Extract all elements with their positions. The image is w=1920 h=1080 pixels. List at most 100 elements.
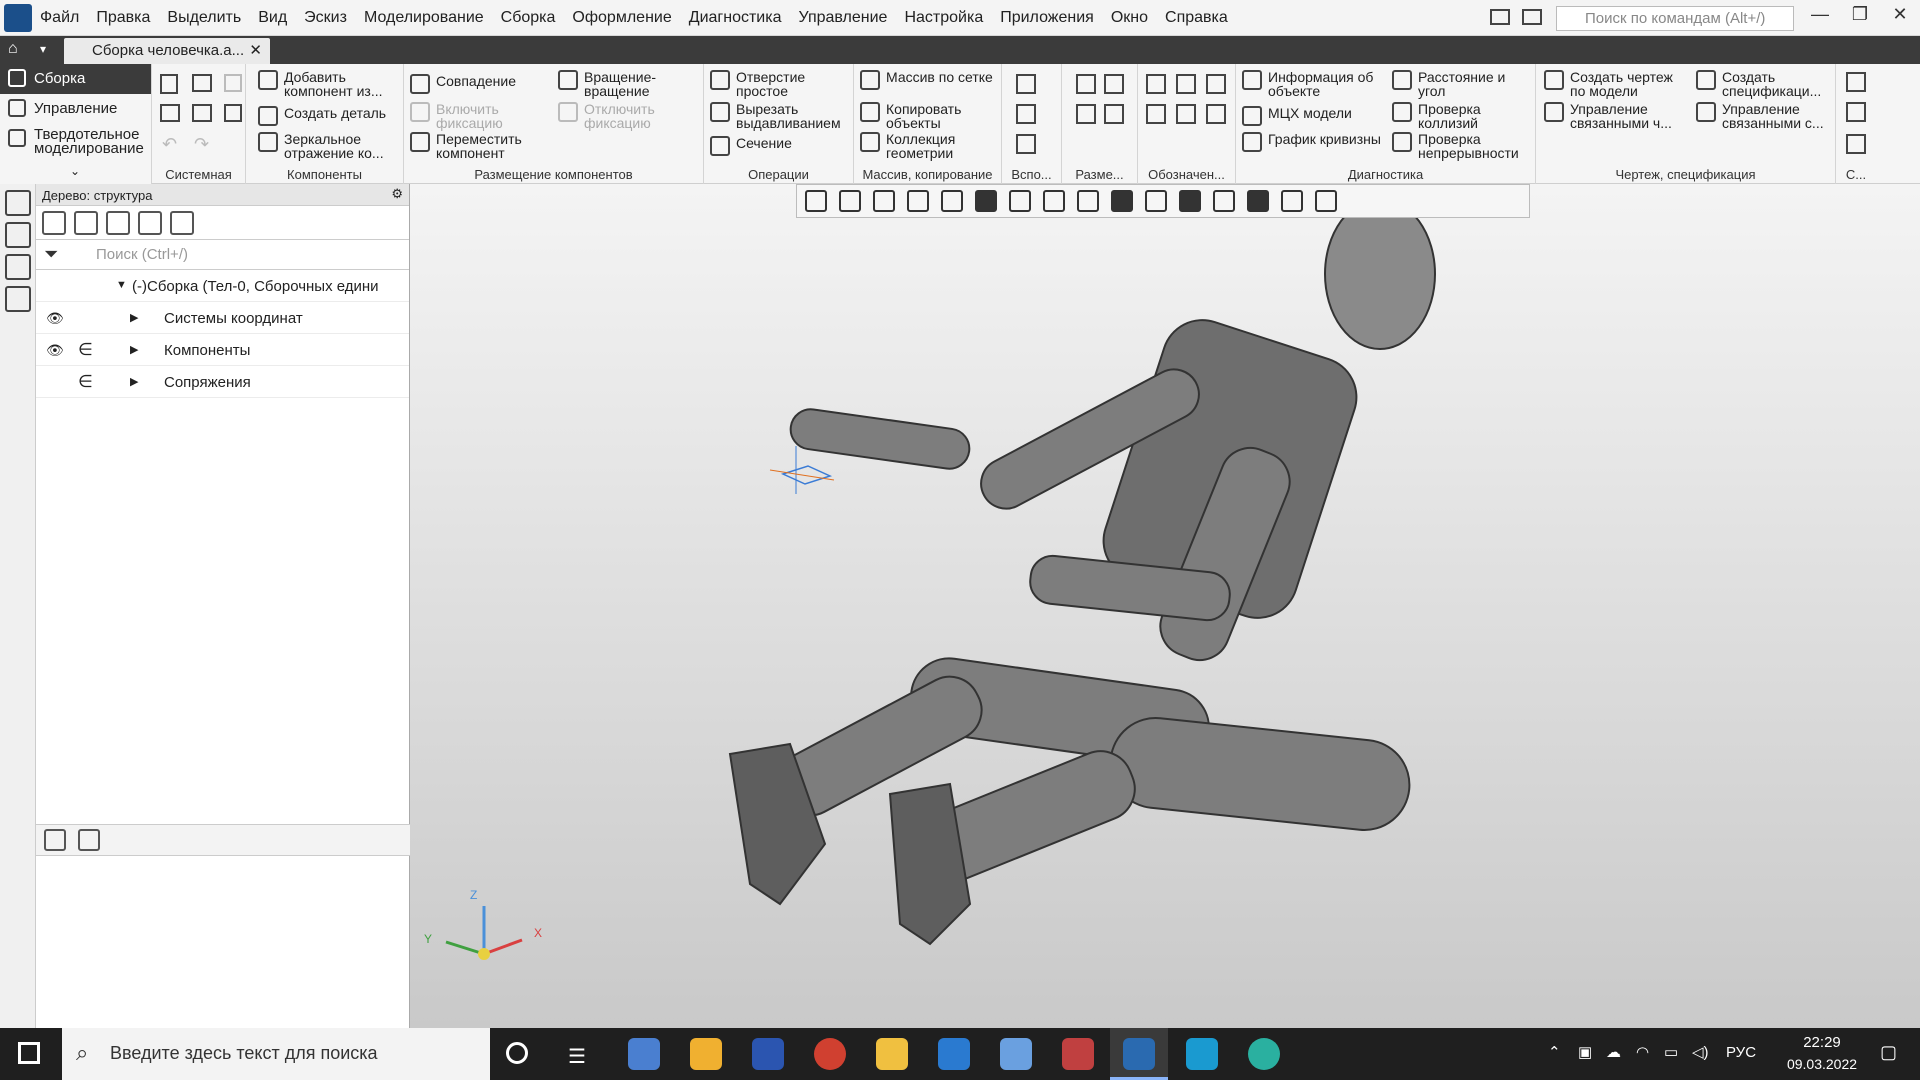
new-file-icon[interactable]: [160, 74, 178, 94]
language-indicator[interactable]: РУС: [1726, 1044, 1756, 1061]
menu-assembly[interactable]: Сборка: [501, 9, 556, 27]
copy-objects-button[interactable]: Копировать объекты: [860, 102, 1000, 130]
display-icon[interactable]: [1179, 190, 1201, 212]
include-icon[interactable]: ∈: [78, 340, 93, 360]
manage-linked-drawings-button[interactable]: Управление связанными ч...: [1544, 102, 1692, 130]
mass-properties-button[interactable]: МЦХ модели: [1242, 106, 1388, 126]
expand-arrow-icon[interactable]: ▶: [130, 311, 138, 324]
extra-tool-3-icon[interactable]: [1846, 134, 1866, 154]
menu-window[interactable]: Окно: [1111, 9, 1148, 27]
menu-settings[interactable]: Настройка: [904, 9, 983, 27]
tree-row-components[interactable]: 👁 ∈ ▶ Компоненты: [36, 334, 409, 366]
tree-hierarchy-icon[interactable]: [74, 210, 98, 235]
hide-icon[interactable]: [1043, 190, 1065, 212]
collision-check-button[interactable]: Проверка коллизий: [1392, 102, 1536, 130]
network-tray-icon[interactable]: ▣: [1578, 1043, 1592, 1061]
menu-diagnostics[interactable]: Диагностика: [689, 9, 782, 27]
cortana-icon[interactable]: [506, 1042, 528, 1064]
menu-design[interactable]: Оформление: [572, 9, 671, 27]
perspective-icon[interactable]: [1111, 190, 1133, 212]
coincidence-button[interactable]: Совпадение: [410, 74, 550, 94]
wireframe-view-icon[interactable]: [1009, 190, 1031, 212]
redo-icon[interactable]: ↷: [194, 134, 209, 155]
create-specification-button[interactable]: Создать спецификаци...: [1696, 70, 1834, 98]
aux-plane-icon[interactable]: [1016, 74, 1036, 94]
taskbar-search-input[interactable]: ⌕ Введите здесь текст для поиска: [62, 1028, 490, 1080]
pencil-icon[interactable]: [1315, 190, 1337, 212]
geometry-collection-button[interactable]: Коллекция геометрии: [860, 132, 1000, 160]
save-icon[interactable]: [224, 74, 242, 92]
extrude-cut-button[interactable]: Вырезать выдавливанием: [710, 102, 854, 130]
menu-select[interactable]: Выделить: [167, 9, 241, 27]
tolerance-icon[interactable]: [1146, 104, 1166, 124]
section-view-icon[interactable]: [1077, 190, 1099, 212]
menu-modeling[interactable]: Моделирование: [364, 9, 484, 27]
tree-panel-icon[interactable]: [5, 190, 31, 216]
battery-icon[interactable]: ▭: [1664, 1043, 1678, 1061]
tree-structure-icon[interactable]: [42, 210, 66, 235]
menu-view[interactable]: Вид: [258, 9, 287, 27]
simple-hole-button[interactable]: Отверстие простое: [710, 70, 850, 98]
tree-view-mode-icon[interactable]: [170, 210, 194, 235]
disable-fixation-button[interactable]: Отключить фиксацию: [558, 102, 698, 130]
filter-icon[interactable]: ⏷: [44, 244, 58, 265]
app-logo-icon[interactable]: [4, 4, 32, 32]
distance-angle-button[interactable]: Расстояние и угол: [1392, 70, 1536, 98]
materials-icon[interactable]: [1213, 190, 1235, 212]
expand-arrow-icon[interactable]: ▶: [130, 343, 138, 356]
kompas-taskbar-button[interactable]: [1110, 1028, 1168, 1080]
app-store-icon[interactable]: [690, 1038, 722, 1070]
edge-icon[interactable]: [1248, 1038, 1280, 1070]
tree-search-input[interactable]: ⏷ Поиск (Ctrl+/): [36, 240, 409, 270]
tree-filter-icon[interactable]: [106, 210, 130, 235]
paint-icon[interactable]: [1000, 1038, 1032, 1070]
cloud-icon[interactable]: ☁: [1606, 1043, 1621, 1061]
layers-panel-icon[interactable]: [5, 286, 31, 312]
measure-icon[interactable]: [1281, 190, 1303, 212]
layout-icon[interactable]: [1490, 9, 1510, 25]
menu-management[interactable]: Управление: [799, 9, 888, 27]
extra-tool-icon[interactable]: [1846, 72, 1866, 92]
curvature-graph-button[interactable]: График кривизны: [1242, 132, 1388, 152]
grid-array-button[interactable]: Массив по сетке: [860, 70, 1000, 90]
wifi-icon[interactable]: ◠: [1636, 1043, 1649, 1061]
rotate-icon[interactable]: [907, 190, 929, 212]
save-as-icon[interactable]: [224, 104, 242, 122]
menu-help[interactable]: Справка: [1165, 9, 1228, 27]
angular-dimension-icon[interactable]: [1104, 74, 1124, 94]
tree-select-icon[interactable]: [138, 210, 162, 235]
app-c-icon[interactable]: [1186, 1038, 1218, 1070]
aux-axis-icon[interactable]: [1016, 104, 1036, 124]
diameter-dimension-icon[interactable]: [1104, 104, 1124, 124]
enable-fixation-button[interactable]: Включить фиксацию: [410, 102, 550, 130]
rotation-rotation-button[interactable]: Вращение-вращение: [558, 70, 698, 98]
create-part-button[interactable]: Создать деталь: [258, 106, 404, 126]
menu-apps[interactable]: Приложения: [1000, 9, 1094, 27]
mode-management[interactable]: Управление: [0, 94, 151, 124]
pan-icon[interactable]: [941, 190, 963, 212]
panel-settings-icon[interactable]: [1522, 9, 1542, 25]
close-icon[interactable]: ✕: [1880, 4, 1920, 25]
properties-panel-icon[interactable]: [5, 222, 31, 248]
chevron-down-icon[interactable]: ▾: [40, 42, 46, 56]
zoom-window-icon[interactable]: [839, 190, 861, 212]
3d-viewport[interactable]: Z X Y: [410, 184, 1920, 1028]
menu-sketch[interactable]: Эскиз: [304, 9, 347, 27]
tree-row-coordinate-systems[interactable]: 👁 ▶ Системы координат: [36, 302, 409, 334]
restore-icon[interactable]: ❐: [1840, 4, 1880, 25]
mode-assembly[interactable]: Сборка: [0, 64, 151, 94]
linear-dimension-icon[interactable]: [1076, 74, 1096, 94]
clock-date[interactable]: 09.03.2022: [1776, 1056, 1868, 1072]
extra-tool-2-icon[interactable]: [1846, 102, 1866, 122]
leader-icon[interactable]: [1206, 74, 1226, 94]
weld-icon[interactable]: [1176, 104, 1196, 124]
manage-linked-specs-button[interactable]: Управление связанными с...: [1696, 102, 1834, 130]
selection-filter-icon[interactable]: [1247, 190, 1269, 212]
layers-icon[interactable]: [1145, 190, 1167, 212]
roughness-icon[interactable]: [1146, 74, 1166, 94]
close-tab-icon[interactable]: ✕: [249, 41, 262, 59]
eye-icon[interactable]: 👁: [46, 342, 64, 359]
clock-time[interactable]: 22:29: [1792, 1034, 1852, 1051]
aux-point-icon[interactable]: [1016, 134, 1036, 154]
minimize-icon[interactable]: —: [1800, 4, 1840, 25]
